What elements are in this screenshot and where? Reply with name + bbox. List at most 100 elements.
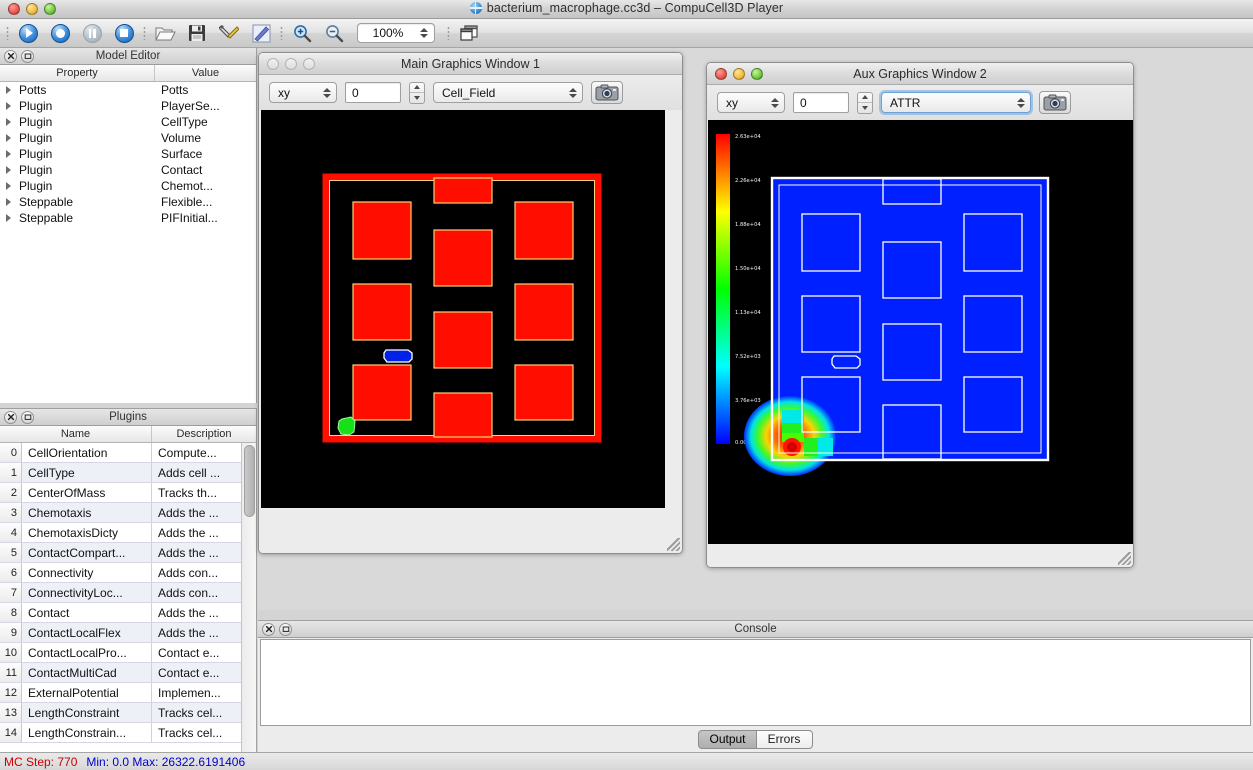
main-field-value: Cell_Field [442, 86, 563, 100]
plugins-col-description[interactable]: Description [152, 426, 256, 442]
plugin-name: ContactLocalFlex [22, 623, 152, 642]
expand-arrow-icon[interactable] [6, 214, 11, 222]
table-row[interactable]: 11ContactMultiCadContact e... [0, 663, 241, 683]
table-row[interactable]: 3ChemotaxisAdds the ... [0, 503, 241, 523]
model-editor-value: Surface [155, 147, 256, 161]
table-row[interactable]: 4ChemotaxisDictyAdds the ... [0, 523, 241, 543]
console-float-button[interactable] [279, 623, 292, 636]
model-editor-title: Model Editor [0, 50, 256, 62]
pause-button[interactable] [77, 21, 107, 46]
expand-arrow-icon[interactable] [6, 166, 11, 174]
aux-graphics-close-button[interactable] [715, 68, 727, 80]
table-row[interactable]: 12ExternalPotentialImplemen... [0, 683, 241, 703]
expand-arrow-icon[interactable] [6, 102, 11, 110]
table-row[interactable]: PluginVolume [0, 130, 256, 146]
attr-field-render[interactable]: 2.63e+04 2.26e+04 1.88e+04 1.50e+04 1.13… [708, 120, 1133, 544]
window-title-text: bacterium_macrophage.cc3d – CompuCell3D … [487, 1, 783, 15]
table-row[interactable]: PottsPotts [0, 82, 256, 98]
main-graphics-resize-grip[interactable] [667, 538, 680, 551]
tab-output[interactable]: Output [698, 730, 756, 749]
table-row[interactable]: 2CenterOfMassTracks th... [0, 483, 241, 503]
expand-arrow-icon[interactable] [6, 86, 11, 94]
table-row[interactable]: PluginCellType [0, 114, 256, 130]
aux-graphics-zoom-button[interactable] [751, 68, 763, 80]
aux-slice-stepper[interactable] [857, 92, 873, 114]
table-row[interactable]: PluginContact [0, 162, 256, 178]
toolbar-grip-3[interactable] [278, 23, 285, 43]
expand-arrow-icon[interactable] [6, 134, 11, 142]
model-editor-col-value[interactable]: Value [155, 65, 256, 81]
model-editor-value: Chemot... [155, 179, 256, 193]
main-screenshot-button[interactable] [591, 81, 623, 104]
aux-slice-input[interactable]: 0 [793, 92, 849, 113]
expand-arrow-icon[interactable] [6, 150, 11, 158]
stop-button[interactable] [109, 21, 139, 46]
expand-arrow-icon[interactable] [6, 182, 11, 190]
save-button[interactable] [182, 21, 212, 46]
main-slice-input[interactable]: 0 [345, 82, 401, 103]
toolbar-grip-4[interactable] [445, 23, 452, 43]
run-button[interactable] [13, 21, 43, 46]
pause-icon [83, 24, 102, 43]
zoom-level-field[interactable]: 100% [357, 23, 435, 43]
main-graphics-window[interactable]: Main Graphics Window 1 xy 0 Cell_Field [258, 52, 683, 554]
table-row[interactable]: PluginChemot... [0, 178, 256, 194]
zoom-stepper[interactable] [418, 28, 430, 38]
main-field-select[interactable]: Cell_Field [433, 82, 583, 103]
zoom-out-button[interactable] [319, 21, 349, 46]
plugin-name: ChemotaxisDicty [22, 523, 152, 542]
table-row[interactable]: 9ContactLocalFlexAdds the ... [0, 623, 241, 643]
tab-errors[interactable]: Errors [757, 730, 813, 749]
table-row[interactable]: 7ConnectivityLoc...Adds con... [0, 583, 241, 603]
table-row[interactable]: 10ContactLocalPro...Contact e... [0, 643, 241, 663]
aux-graphics-resize-grip[interactable] [1118, 552, 1131, 565]
aux-field-select[interactable]: ATTR [881, 92, 1031, 113]
new-window-button[interactable] [454, 21, 484, 46]
plugins-col-name[interactable]: Name [0, 426, 152, 442]
toolbar-grip[interactable] [4, 23, 11, 43]
model-editor-float-button[interactable] [21, 50, 34, 63]
expand-arrow-icon[interactable] [6, 118, 11, 126]
aux-screenshot-button[interactable] [1039, 91, 1071, 114]
main-graphics-close-button[interactable] [267, 58, 279, 70]
model-editor-close-button[interactable] [4, 50, 17, 63]
model-editor-col-property[interactable]: Property [0, 65, 155, 81]
table-row[interactable]: 14LengthConstrain...Tracks cel... [0, 723, 241, 743]
table-row[interactable]: 5ContactCompart...Adds the ... [0, 543, 241, 563]
main-slice-stepper[interactable] [409, 82, 425, 104]
aux-plane-select[interactable]: xy [717, 92, 785, 113]
main-graphics-zoom-button[interactable] [303, 58, 315, 70]
aux-graphics-window[interactable]: Aux Graphics Window 2 xy 0 ATTR [706, 62, 1134, 568]
console-output-area[interactable] [260, 639, 1251, 726]
cell-field-render[interactable] [261, 110, 665, 508]
close-icon [7, 413, 15, 421]
table-row[interactable]: 6ConnectivityAdds con... [0, 563, 241, 583]
table-row[interactable]: 8ContactAdds the ... [0, 603, 241, 623]
table-row[interactable]: SteppablePIFInitial... [0, 210, 256, 226]
table-row[interactable]: 1CellTypeAdds cell ... [0, 463, 241, 483]
main-plane-select[interactable]: xy [269, 82, 337, 103]
step-button[interactable] [45, 21, 75, 46]
toolbar-grip-2[interactable] [141, 23, 148, 43]
open-button[interactable] [150, 21, 180, 46]
tools-icon [219, 24, 239, 42]
edit-button[interactable] [246, 21, 276, 46]
config-button[interactable] [214, 21, 244, 46]
table-row[interactable]: 0CellOrientationCompute... [0, 443, 241, 463]
main-graphics-minimize-button[interactable] [285, 58, 297, 70]
table-row[interactable]: PluginPlayerSe... [0, 98, 256, 114]
zoom-in-button[interactable] [287, 21, 317, 46]
plugins-scrollbar[interactable] [241, 443, 256, 752]
plugins-close-button[interactable] [4, 411, 17, 424]
aux-graphics-canvas-area[interactable]: 2.63e+04 2.26e+04 1.88e+04 1.50e+04 1.13… [707, 120, 1133, 567]
aux-graphics-minimize-button[interactable] [733, 68, 745, 80]
table-row[interactable]: PluginSurface [0, 146, 256, 162]
main-graphics-canvas-area[interactable] [259, 110, 682, 553]
table-row[interactable]: 13LengthConstraintTracks cel... [0, 703, 241, 723]
plugins-float-button[interactable] [21, 411, 34, 424]
plugins-scrollbar-thumb[interactable] [244, 445, 255, 517]
expand-arrow-icon[interactable] [6, 198, 11, 206]
table-row[interactable]: SteppableFlexible... [0, 194, 256, 210]
plugin-description: Contact e... [152, 643, 241, 662]
console-close-button[interactable] [262, 623, 275, 636]
